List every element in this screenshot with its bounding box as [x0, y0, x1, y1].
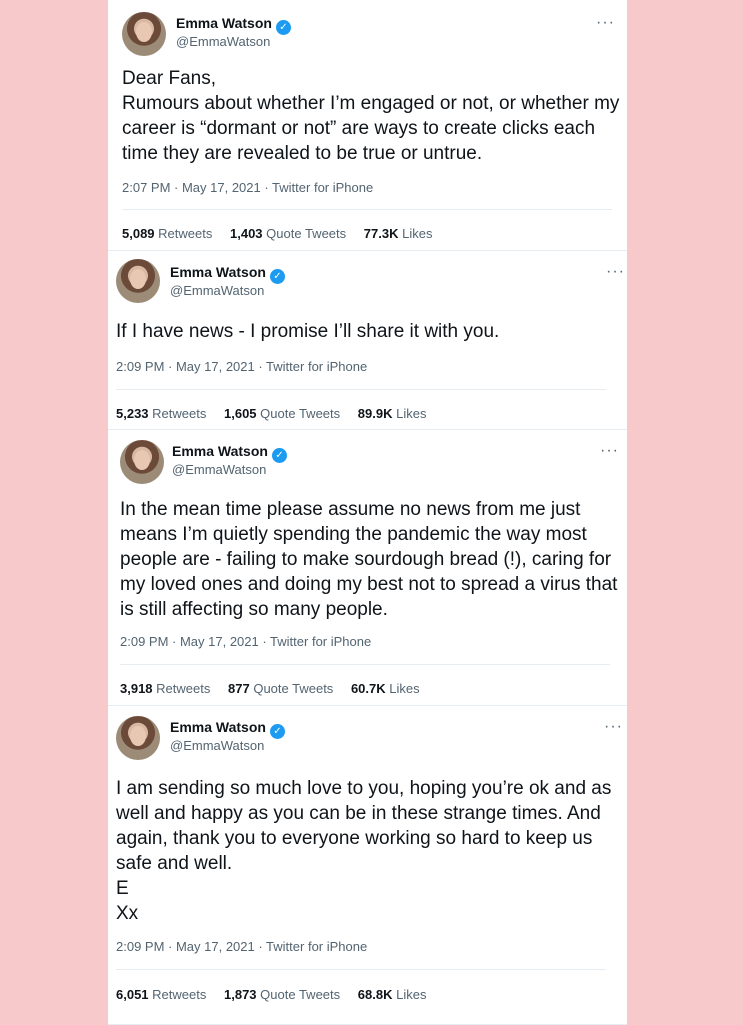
tweet-card: Emma Watson ✓ @EmmaWatson ··· In the mean… [108, 430, 627, 706]
quote-tweets-label: Quote Tweets [253, 681, 334, 696]
tweet-card: Emma Watson ✓ @EmmaWatson ··· Dear Fans, … [108, 0, 627, 251]
author-handle[interactable]: @EmmaWatson [172, 462, 266, 477]
retweets-label: Retweets [158, 226, 213, 241]
tweet-text: In the mean time please assume no news f… [120, 499, 618, 620]
divider [116, 969, 606, 970]
avatar[interactable] [116, 716, 160, 760]
tweet-text: If I have news - I promise I’ll share it… [116, 321, 500, 342]
retweets-count[interactable]: 5,089 Retweets [122, 226, 212, 241]
author-name[interactable]: Emma Watson ✓ [172, 443, 287, 463]
retweets-value: 5,089 [122, 226, 155, 241]
verified-badge-icon: ✓ [269, 269, 285, 284]
likes-count[interactable]: 68.8K Likes [358, 987, 427, 1002]
tweet-timestamp[interactable]: 2:09 PM · May 17, 2021 · Twitter for iPh… [120, 634, 371, 649]
tweet-timestamp[interactable]: 2:09 PM · May 17, 2021 · Twitter for iPh… [116, 939, 367, 954]
likes-value: 77.3K [363, 226, 399, 241]
quote-tweets-label: Quote Tweets [266, 226, 347, 241]
verified-badge-icon: ✓ [269, 724, 285, 739]
tweet-card: Emma Watson ✓ @EmmaWatson ··· I am sendin… [108, 706, 627, 1025]
likes-count[interactable]: 89.9K Likes [358, 406, 427, 421]
quote-tweets-count[interactable]: 1,403 Quote Tweets [230, 226, 346, 241]
author-name-text[interactable]: Emma Watson [170, 264, 266, 280]
likes-value: 89.9K [357, 406, 393, 421]
avatar[interactable] [116, 259, 160, 303]
tweet-stats: 3,918 Retweets 877 Quote Tweets 60.7K Li… [120, 681, 434, 696]
quote-tweets-value: 1,403 [230, 226, 263, 241]
quote-tweets-value: 1,605 [224, 406, 257, 421]
quote-tweets-count[interactable]: 1,873 Quote Tweets [224, 987, 340, 1002]
author-handle[interactable]: @EmmaWatson [176, 34, 270, 49]
likes-label: Likes [396, 987, 427, 1002]
quote-tweets-count[interactable]: 1,605 Quote Tweets [224, 406, 340, 421]
avatar[interactable] [122, 12, 166, 56]
more-options-icon[interactable]: ··· [606, 264, 625, 280]
quote-tweets-value: 1,873 [224, 987, 257, 1002]
retweets-label: Retweets [152, 406, 207, 421]
tweet-card: Emma Watson ✓ @EmmaWatson ··· If I have n… [108, 251, 627, 430]
likes-label: Likes [402, 226, 433, 241]
tweet-timestamp[interactable]: 2:07 PM · May 17, 2021 · Twitter for iPh… [122, 180, 373, 195]
divider [116, 389, 606, 390]
divider [120, 664, 610, 665]
tweet-text: I am sending so much love to you, hoping… [116, 778, 612, 924]
avatar[interactable] [120, 440, 164, 484]
verified-badge-icon: ✓ [271, 448, 287, 463]
retweets-value: 3,918 [120, 681, 153, 696]
quote-tweets-label: Quote Tweets [260, 987, 341, 1002]
author-name[interactable]: Emma Watson ✓ [170, 719, 285, 739]
retweets-value: 5,233 [116, 406, 149, 421]
tweet-stats: 5,233 Retweets 1,605 Quote Tweets 89.9K … [116, 406, 440, 421]
likes-count[interactable]: 77.3K Likes [364, 226, 433, 241]
verified-badge-icon: ✓ [275, 20, 291, 35]
retweets-label: Retweets [152, 987, 207, 1002]
likes-value: 60.7K [350, 681, 386, 696]
quote-tweets-label: Quote Tweets [260, 406, 341, 421]
likes-count[interactable]: 60.7K Likes [351, 681, 420, 696]
author-name[interactable]: Emma Watson ✓ [176, 15, 291, 35]
author-handle[interactable]: @EmmaWatson [170, 283, 264, 298]
author-name-text[interactable]: Emma Watson [170, 719, 266, 735]
quote-tweets-value: 877 [228, 681, 250, 696]
retweets-count[interactable]: 3,918 Retweets [120, 681, 210, 696]
quote-tweets-count[interactable]: 877 Quote Tweets [228, 681, 333, 696]
more-options-icon[interactable]: ··· [596, 15, 615, 31]
author-name-text[interactable]: Emma Watson [172, 443, 268, 459]
likes-label: Likes [396, 406, 427, 421]
tweet-stats: 6,051 Retweets 1,873 Quote Tweets 68.8K … [116, 987, 440, 1002]
retweets-value: 6,051 [116, 987, 149, 1002]
likes-label: Likes [389, 681, 420, 696]
author-name[interactable]: Emma Watson ✓ [170, 264, 285, 284]
tweet-text: Dear Fans, Rumours about whether I’m eng… [122, 68, 620, 164]
author-name-text[interactable]: Emma Watson [176, 15, 272, 31]
retweets-count[interactable]: 6,051 Retweets [116, 987, 206, 1002]
tweet-stats: 5,089 Retweets 1,403 Quote Tweets 77.3K … [122, 226, 446, 241]
likes-value: 68.8K [357, 987, 393, 1002]
more-options-icon[interactable]: ··· [600, 443, 619, 459]
divider [122, 209, 612, 210]
retweets-count[interactable]: 5,233 Retweets [116, 406, 206, 421]
tweet-timestamp[interactable]: 2:09 PM · May 17, 2021 · Twitter for iPh… [116, 359, 367, 374]
retweets-label: Retweets [156, 681, 211, 696]
author-handle[interactable]: @EmmaWatson [170, 738, 264, 753]
more-options-icon[interactable]: ··· [604, 719, 623, 735]
